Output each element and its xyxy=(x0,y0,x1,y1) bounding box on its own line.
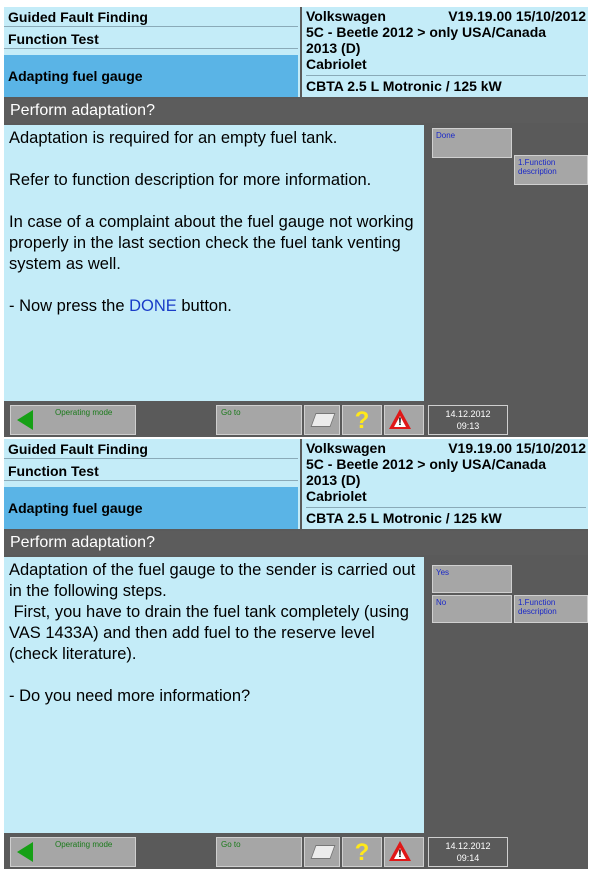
print-icon xyxy=(310,845,336,859)
bottom-toolbar: Operating mode Go to ? ! 14.12.2012 09:1… xyxy=(4,403,588,437)
function-test-label: Function Test xyxy=(4,29,298,49)
operating-mode-label: Operating mode xyxy=(55,408,113,417)
model-year: 2013 (D) xyxy=(306,472,361,488)
time-label: 09:14 xyxy=(456,853,480,863)
date-label: 14.12.2012 xyxy=(445,409,491,419)
model-year: 2013 (D) xyxy=(306,40,361,56)
date-label: 14.12.2012 xyxy=(445,841,491,851)
vehicle-model: 5C - Beetle 2012 > only USA/Canada xyxy=(306,456,547,472)
side-button-panel: Yes No 1.Function description xyxy=(428,557,588,833)
vehicle-make: Volkswagen xyxy=(306,8,386,24)
message-line: - Do you need more information? xyxy=(9,687,251,705)
screen-1: Guided Fault Finding Function Test Adapt… xyxy=(4,7,588,437)
back-arrow-icon xyxy=(17,410,33,430)
body-style: Cabriolet xyxy=(306,56,367,72)
screen-2: Guided Fault Finding Function Test Adapt… xyxy=(4,439,588,869)
vehicle-info: Volkswagen V19.19.00 15/10/2012 5C - Bee… xyxy=(302,7,588,97)
question-bar: Perform adaptation? xyxy=(4,99,588,123)
date-time-display: 14.12.2012 09:13 xyxy=(428,405,508,435)
body-style: Cabriolet xyxy=(306,488,367,504)
software-version: V19.19.00 15/10/2012 xyxy=(448,8,586,24)
header-left: Guided Fault Finding Function Test Adapt… xyxy=(4,7,300,97)
help-question-icon: ? xyxy=(354,407,370,434)
side-button-panel: Done 1.Function description xyxy=(428,125,588,401)
message-panel: Adaptation of the fuel gauge to the send… xyxy=(4,557,424,833)
print-button[interactable] xyxy=(304,837,340,867)
message-line: In case of a complaint about the fuel ga… xyxy=(9,213,414,273)
done-button[interactable]: Done xyxy=(432,128,512,158)
operating-mode-button[interactable]: Operating mode xyxy=(10,837,136,867)
warning-button[interactable]: ! xyxy=(384,405,424,435)
message-line: Adaptation is required for an empty fuel… xyxy=(9,129,338,147)
go-to-button[interactable]: Go to xyxy=(216,405,302,435)
message-line: First, you have to drain the fuel tank c… xyxy=(9,603,414,663)
vehicle-make: Volkswagen xyxy=(306,440,386,456)
date-time-display: 14.12.2012 09:14 xyxy=(428,837,508,867)
software-version: V19.19.00 15/10/2012 xyxy=(448,440,586,456)
function-description-button[interactable]: 1.Function description xyxy=(514,155,588,185)
guided-fault-finding-label: Guided Fault Finding xyxy=(4,7,298,27)
help-button[interactable]: ? xyxy=(342,837,382,867)
yes-button[interactable]: Yes xyxy=(432,565,512,593)
go-to-label: Go to xyxy=(221,408,241,417)
question-bar: Perform adaptation? xyxy=(4,531,588,555)
header: Guided Fault Finding Function Test Adapt… xyxy=(4,439,588,529)
header-left: Guided Fault Finding Function Test Adapt… xyxy=(4,439,300,529)
time-label: 09:13 xyxy=(456,421,480,431)
vehicle-model: 5C - Beetle 2012 > only USA/Canada xyxy=(306,24,547,40)
go-to-label: Go to xyxy=(221,840,241,849)
vehicle-info: Volkswagen V19.19.00 15/10/2012 5C - Bee… xyxy=(302,439,588,529)
operating-mode-button[interactable]: Operating mode xyxy=(10,405,136,435)
operating-mode-label: Operating mode xyxy=(55,840,113,849)
engine-code: CBTA 2.5 L Motronic / 125 kW xyxy=(306,75,586,94)
back-arrow-icon xyxy=(17,842,33,862)
done-highlight: DONE xyxy=(129,297,177,315)
go-to-button[interactable]: Go to xyxy=(216,837,302,867)
header: Guided Fault Finding Function Test Adapt… xyxy=(4,7,588,97)
test-name-label: Adapting fuel gauge xyxy=(4,487,298,529)
message-panel: Adaptation is required for an empty fuel… xyxy=(4,125,424,401)
no-button[interactable]: No xyxy=(432,595,512,623)
bottom-toolbar: Operating mode Go to ? ! 14.12.2012 09:1… xyxy=(4,835,588,869)
engine-code: CBTA 2.5 L Motronic / 125 kW xyxy=(306,507,586,526)
warning-button[interactable]: ! xyxy=(384,837,424,867)
help-question-icon: ? xyxy=(354,839,370,866)
function-test-label: Function Test xyxy=(4,461,298,481)
guided-fault-finding-label: Guided Fault Finding xyxy=(4,439,298,459)
message-line: Adaptation of the fuel gauge to the send… xyxy=(9,561,416,600)
message-line: Refer to function description for more i… xyxy=(9,171,372,189)
print-icon xyxy=(310,413,336,427)
test-name-label: Adapting fuel gauge xyxy=(4,55,298,97)
help-button[interactable]: ? xyxy=(342,405,382,435)
print-button[interactable] xyxy=(304,405,340,435)
function-description-button[interactable]: 1.Function description xyxy=(514,595,588,623)
message-line: - Now press the DONE button. xyxy=(9,297,232,315)
